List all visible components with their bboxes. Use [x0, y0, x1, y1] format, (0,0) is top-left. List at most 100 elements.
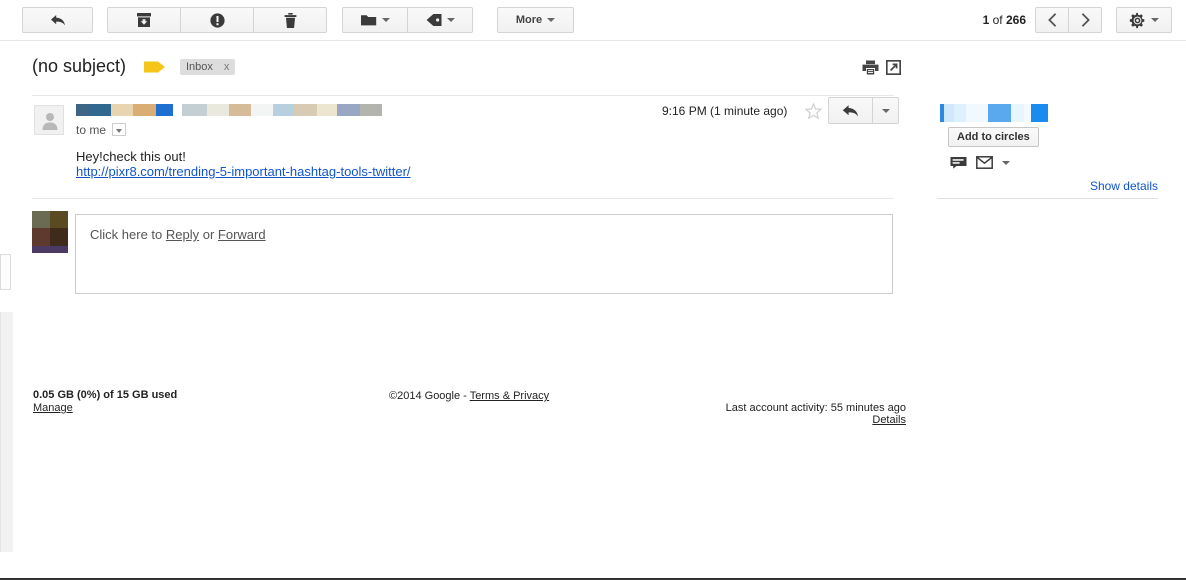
pagination-of: of: [992, 13, 1003, 27]
sidebar-divider: [937, 198, 1158, 199]
label-chip-inbox[interactable]: Inbox x: [180, 59, 236, 75]
sidebar-contact-name-redacted: [940, 104, 1048, 122]
add-to-circles-label: Add to circles: [957, 131, 1030, 143]
copyright-text: ©2014 Google - Terms & Privacy: [389, 390, 549, 402]
contact-more-caret-icon[interactable]: [1002, 160, 1010, 165]
report-spam-exclamation-icon: [209, 12, 225, 28]
redaction-block: [229, 104, 251, 116]
yellow-label-tag-icon[interactable]: [144, 60, 166, 74]
redaction-block: [294, 104, 317, 116]
chat-card-icon[interactable]: [950, 156, 967, 169]
move-to-button[interactable]: [342, 7, 408, 33]
message-body-link[interactable]: http://pixr8.com/trending-5-important-ha…: [76, 164, 411, 179]
top-toolbar: More 1 of 266: [0, 0, 1186, 41]
redaction-block: [944, 104, 954, 122]
message-more-actions-button[interactable]: [872, 97, 899, 124]
redaction-block: [360, 104, 382, 116]
message-body-text: Hey!check this out!: [76, 149, 186, 164]
storage-usage-text: 0.05 GB (0%) of 15 GB used: [33, 389, 178, 401]
recipient-details-toggle[interactable]: [112, 123, 127, 136]
reply-button[interactable]: [828, 97, 873, 124]
chevron-left-icon: [1047, 13, 1056, 27]
reply-arrow-icon: [842, 104, 858, 117]
avatar-pixel-block: [50, 228, 68, 246]
sender-avatar[interactable]: [34, 105, 64, 135]
redaction-block: [317, 104, 337, 116]
chevron-down-icon: [381, 18, 390, 22]
chevron-right-icon: [1081, 13, 1090, 27]
left-panel-remnant: [0, 0, 14, 580]
message-timestamp: 9:16 PM (1 minute ago): [662, 104, 788, 118]
redaction-block: [273, 104, 294, 116]
chevron-down-icon: [881, 108, 890, 113]
more-button[interactable]: More: [497, 7, 574, 33]
folder-icon: [360, 15, 376, 26]
message-top-divider: [32, 95, 894, 96]
print-icon[interactable]: [862, 60, 879, 75]
redaction-block: [966, 104, 988, 122]
pagination-current: 1: [982, 13, 990, 27]
show-details-link[interactable]: Show details: [1090, 179, 1158, 193]
redaction-block: [207, 104, 229, 116]
redaction-block: [182, 104, 207, 116]
redaction-block: [954, 104, 966, 122]
avatar-pixel-block: [32, 228, 50, 246]
star-icon[interactable]: [805, 103, 822, 120]
redaction-block: [1024, 104, 1031, 122]
pagination-count: 1 of 266: [983, 13, 1026, 27]
account-details-link[interactable]: Details: [872, 414, 906, 426]
manage-storage-link[interactable]: Manage: [33, 402, 73, 414]
avatar-pixel-block: [32, 211, 50, 228]
label-tag-icon: [426, 14, 441, 26]
pagination-total: 266: [1005, 13, 1026, 27]
more-group: More: [497, 7, 574, 33]
label-chip-text: Inbox: [186, 61, 213, 73]
default-person-avatar-icon: [42, 113, 58, 130]
report-spam-button[interactable]: [180, 7, 254, 33]
pagination-controls: 1 of 266: [983, 7, 1172, 33]
more-label: More: [515, 14, 543, 26]
left-panel-box: [0, 254, 11, 290]
gmail-message-view: More 1 of 266 (no subject) Inbox x to me…: [0, 0, 1186, 580]
next-message-button[interactable]: [1068, 7, 1102, 33]
avatar-pixel-block: [50, 211, 68, 228]
redaction-block: [1011, 104, 1024, 122]
avatar-pixel-block: [32, 246, 68, 253]
envelope-icon[interactable]: [976, 156, 993, 169]
previous-message-button[interactable]: [1035, 7, 1069, 33]
back-button-group: [22, 7, 93, 33]
redaction-block: [111, 104, 133, 116]
reply-or: or: [199, 227, 218, 242]
page-title: (no subject): [32, 56, 127, 76]
organize-group: [342, 7, 473, 33]
delete-button[interactable]: [253, 7, 327, 33]
reply-link[interactable]: Reply: [166, 227, 199, 242]
labels-button[interactable]: [407, 7, 473, 33]
reply-compose-box[interactable]: Click here to Reply or Forward: [75, 214, 893, 294]
redaction-block: [173, 104, 182, 116]
redaction-block: [156, 104, 173, 116]
back-to-inbox-button[interactable]: [22, 7, 93, 33]
add-to-circles-button[interactable]: Add to circles: [948, 127, 1039, 147]
copyright-label: ©2014 Google -: [389, 390, 470, 402]
label-chip-remove-icon[interactable]: x: [224, 61, 230, 73]
recipient-line: to me: [76, 123, 127, 137]
current-user-avatar: [32, 211, 68, 255]
open-in-new-window-icon[interactable]: [886, 60, 901, 75]
redaction-block: [1031, 104, 1048, 122]
page-scrollbar-track[interactable]: [0, 312, 13, 552]
trash-can-icon: [284, 12, 296, 28]
settings-button[interactable]: [1116, 7, 1172, 33]
chevron-down-icon: [547, 18, 556, 22]
terms-privacy-link[interactable]: Terms & Privacy: [470, 390, 549, 402]
redaction-block: [337, 104, 360, 116]
redaction-block: [133, 104, 156, 116]
reply-placeholder: Click here to Reply or Forward: [90, 227, 266, 242]
redaction-block: [89, 104, 111, 116]
forward-link[interactable]: Forward: [218, 227, 266, 242]
reply-prefix: Click here to: [90, 227, 166, 242]
show-details-row: Show details: [937, 179, 1158, 193]
reply-top-divider: [32, 198, 894, 199]
archive-button[interactable]: [107, 7, 181, 33]
redaction-block: [988, 104, 1011, 122]
